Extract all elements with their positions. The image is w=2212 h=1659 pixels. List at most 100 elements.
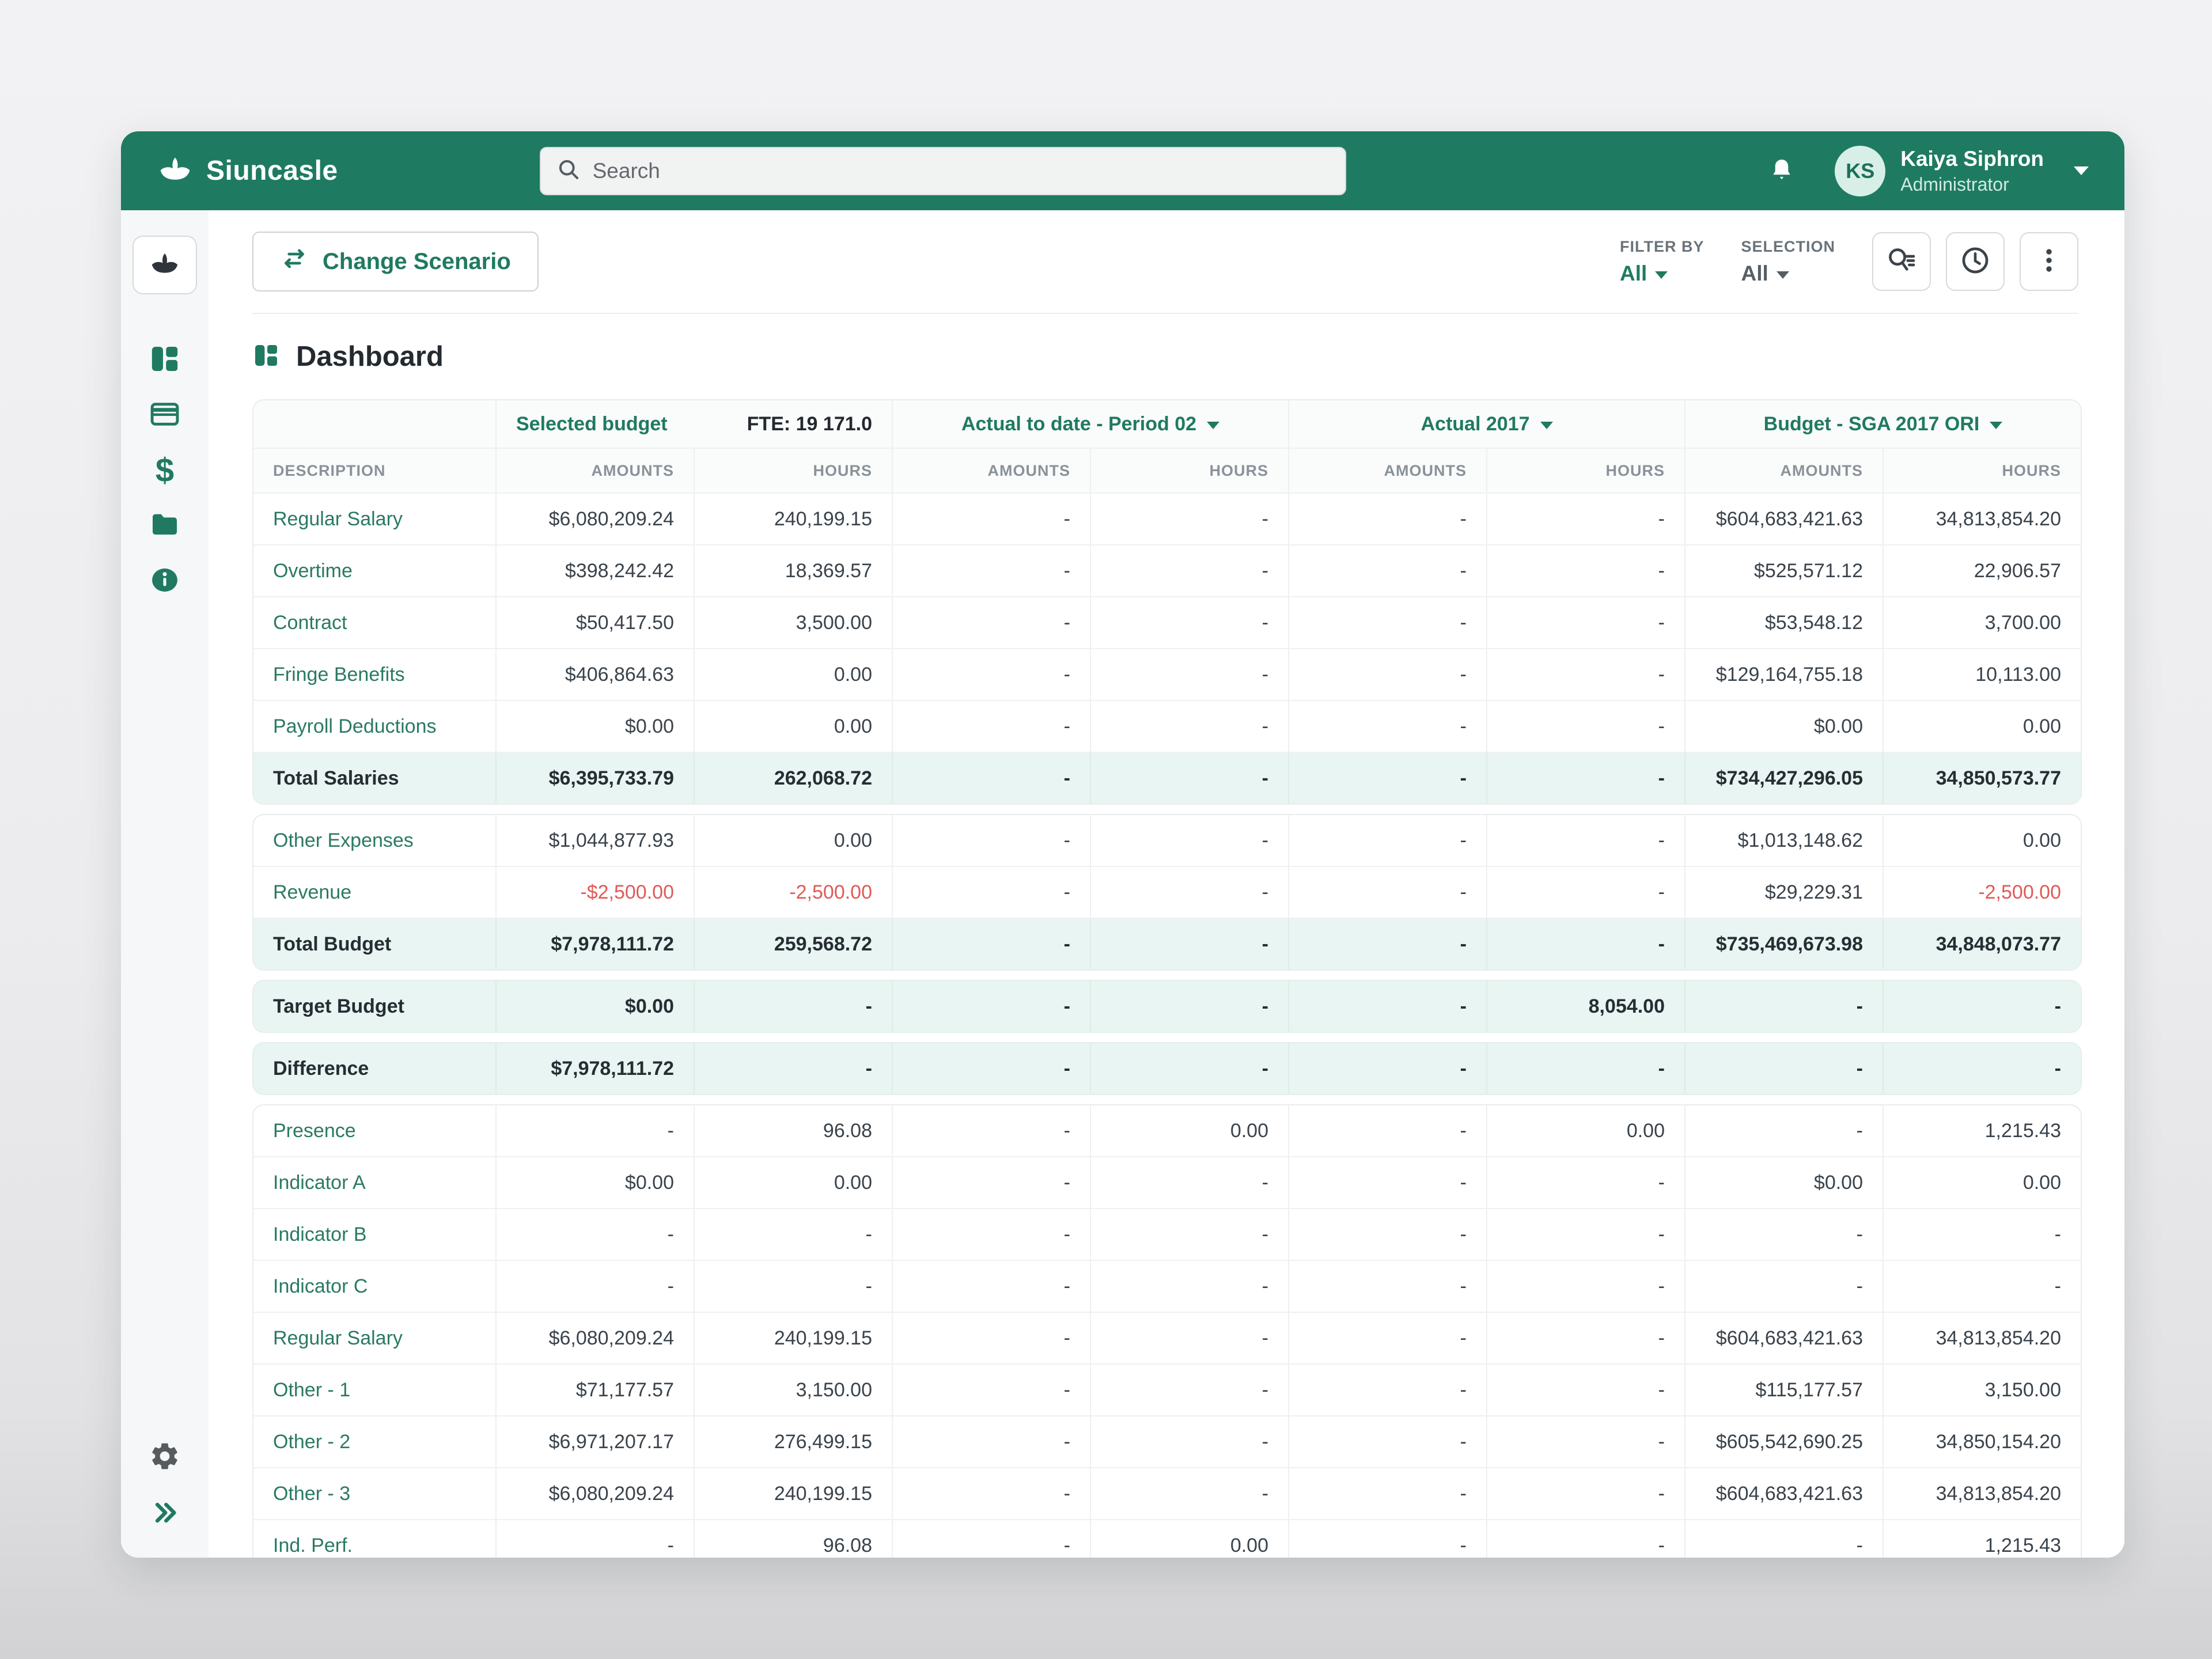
value-cell: 3,150.00 — [694, 1365, 892, 1415]
gear-icon — [149, 1440, 181, 1475]
value-cell: - — [1684, 1105, 1883, 1156]
column-group-header[interactable]: Budget - SGA 2017 ORI — [1684, 400, 2081, 448]
value-cell: - — [495, 1520, 694, 1558]
table-row: Target Budget$0.00----8,054.00-- — [253, 981, 2081, 1032]
user-name: Kaiya Siphron — [1900, 146, 2044, 172]
value-cell: $604,683,421.63 — [1684, 1313, 1883, 1363]
table-row: Indicator C-------- — [253, 1260, 2081, 1312]
table-row: Revenue-$2,500.00-2,500.00----$29,229.31… — [253, 866, 2081, 918]
value-cell: 0.00 — [694, 815, 892, 866]
value-cell: - — [1090, 1261, 1288, 1312]
user-menu-chevron-down-icon[interactable] — [2074, 166, 2089, 175]
value-cell: - — [1684, 1043, 1883, 1094]
value-cell: - — [1486, 597, 1684, 648]
search-filter-icon — [1885, 244, 1918, 279]
sidebar-bottom — [147, 1440, 182, 1531]
selection-label: SELECTION — [1741, 238, 1835, 256]
sidebar-item-dashboard[interactable] — [147, 343, 182, 377]
column-header: HOURS — [694, 449, 892, 493]
value-cell: - — [892, 1209, 1090, 1260]
value-cell: $6,080,209.24 — [495, 1468, 694, 1519]
sidebar-item-settings[interactable] — [147, 1440, 182, 1475]
column-header: DESCRIPTION — [253, 449, 495, 493]
table-card: Difference$7,978,111.72------- — [252, 1042, 2082, 1095]
value-cell: $6,395,733.79 — [495, 753, 694, 804]
row-label[interactable]: Other - 3 — [253, 1468, 495, 1519]
value-cell: - — [1090, 494, 1288, 544]
row-label: Total Salaries — [253, 753, 495, 804]
value-cell: 240,199.15 — [694, 1468, 892, 1519]
change-scenario-button[interactable]: Change Scenario — [252, 232, 539, 291]
value-cell: - — [1288, 867, 1486, 918]
value-cell: - — [1486, 701, 1684, 752]
value-cell: - — [1486, 1157, 1684, 1208]
value-cell: 96.08 — [694, 1520, 892, 1558]
toolbar-right: FILTER BY All SELECTION All — [1620, 232, 2078, 291]
sidebar-item-home[interactable] — [132, 236, 197, 294]
value-cell: - — [1090, 597, 1288, 648]
value-cell: $129,164,755.18 — [1684, 649, 1883, 700]
folder-icon — [149, 509, 181, 544]
value-cell: - — [892, 1105, 1090, 1156]
value-cell: - — [495, 1209, 694, 1260]
table-card: Presence-96.08-0.00-0.00-1,215.43Indicat… — [252, 1104, 2082, 1558]
search-input[interactable] — [593, 159, 1330, 183]
row-label[interactable]: Contract — [253, 597, 495, 648]
more-options-button[interactable] — [2020, 232, 2078, 291]
value-cell: - — [1090, 1416, 1288, 1467]
value-cell: - — [1090, 867, 1288, 918]
chevron-down-icon — [1655, 271, 1668, 279]
row-label[interactable]: Indicator B — [253, 1209, 495, 1260]
history-button[interactable] — [1946, 232, 2005, 291]
value-cell: $398,242.42 — [495, 546, 694, 596]
toolbar-icon-buttons — [1872, 232, 2078, 291]
selection-value[interactable]: All — [1741, 262, 1835, 286]
value-cell: $525,571.12 — [1684, 546, 1883, 596]
value-cell: - — [1486, 1313, 1684, 1363]
sidebar-item-payments[interactable] — [147, 398, 182, 433]
row-label[interactable]: Other Expenses — [253, 815, 495, 866]
row-label[interactable]: Presence — [253, 1105, 495, 1156]
page-title: Dashboard — [296, 340, 444, 373]
value-cell: 1,215.43 — [1883, 1520, 2081, 1558]
value-cell: - — [1486, 1043, 1684, 1094]
row-label[interactable]: Indicator A — [253, 1157, 495, 1208]
sidebar-collapse-button[interactable] — [147, 1497, 182, 1531]
chevron-down-icon — [1777, 271, 1789, 279]
value-cell: $0.00 — [495, 981, 694, 1032]
avatar[interactable]: KS — [1835, 146, 1885, 196]
row-label[interactable]: Other - 1 — [253, 1365, 495, 1415]
credit-card-icon — [149, 398, 181, 433]
column-group-header[interactable]: Actual 2017 — [1288, 400, 1684, 448]
value-cell: - — [1883, 1209, 2081, 1260]
filter-by-value[interactable]: All — [1620, 262, 1705, 286]
row-label[interactable]: Revenue — [253, 867, 495, 918]
row-label[interactable]: Other - 2 — [253, 1416, 495, 1467]
row-label: Total Budget — [253, 919, 495, 969]
value-cell: - — [1090, 649, 1288, 700]
value-cell: - — [1090, 753, 1288, 804]
value-cell: - — [892, 1365, 1090, 1415]
value-cell: - — [1883, 981, 2081, 1032]
row-label[interactable]: Regular Salary — [253, 494, 495, 544]
search-filter-button[interactable] — [1872, 232, 1931, 291]
value-cell: 34,850,154.20 — [1883, 1416, 2081, 1467]
search-bar[interactable] — [540, 147, 1346, 195]
value-cell: - — [1090, 815, 1288, 866]
row-label[interactable]: Fringe Benefits — [253, 649, 495, 700]
notifications-bell-icon[interactable] — [1764, 154, 1799, 188]
value-cell: $605,542,690.25 — [1684, 1416, 1883, 1467]
column-group-header[interactable]: Actual to date - Period 02 — [892, 400, 1288, 448]
value-cell: 0.00 — [694, 649, 892, 700]
value-cell: - — [1486, 919, 1684, 969]
row-label[interactable]: Ind. Perf. — [253, 1520, 495, 1558]
value-cell: - — [1288, 494, 1486, 544]
sidebar-item-finance[interactable]: $ — [147, 453, 182, 488]
sidebar-item-files[interactable] — [147, 509, 182, 543]
sidebar-item-info[interactable] — [147, 564, 182, 599]
row-label[interactable]: Regular Salary — [253, 1313, 495, 1363]
row-label[interactable]: Indicator C — [253, 1261, 495, 1312]
row-label[interactable]: Overtime — [253, 546, 495, 596]
value-cell: - — [1288, 1416, 1486, 1467]
row-label[interactable]: Payroll Deductions — [253, 701, 495, 752]
